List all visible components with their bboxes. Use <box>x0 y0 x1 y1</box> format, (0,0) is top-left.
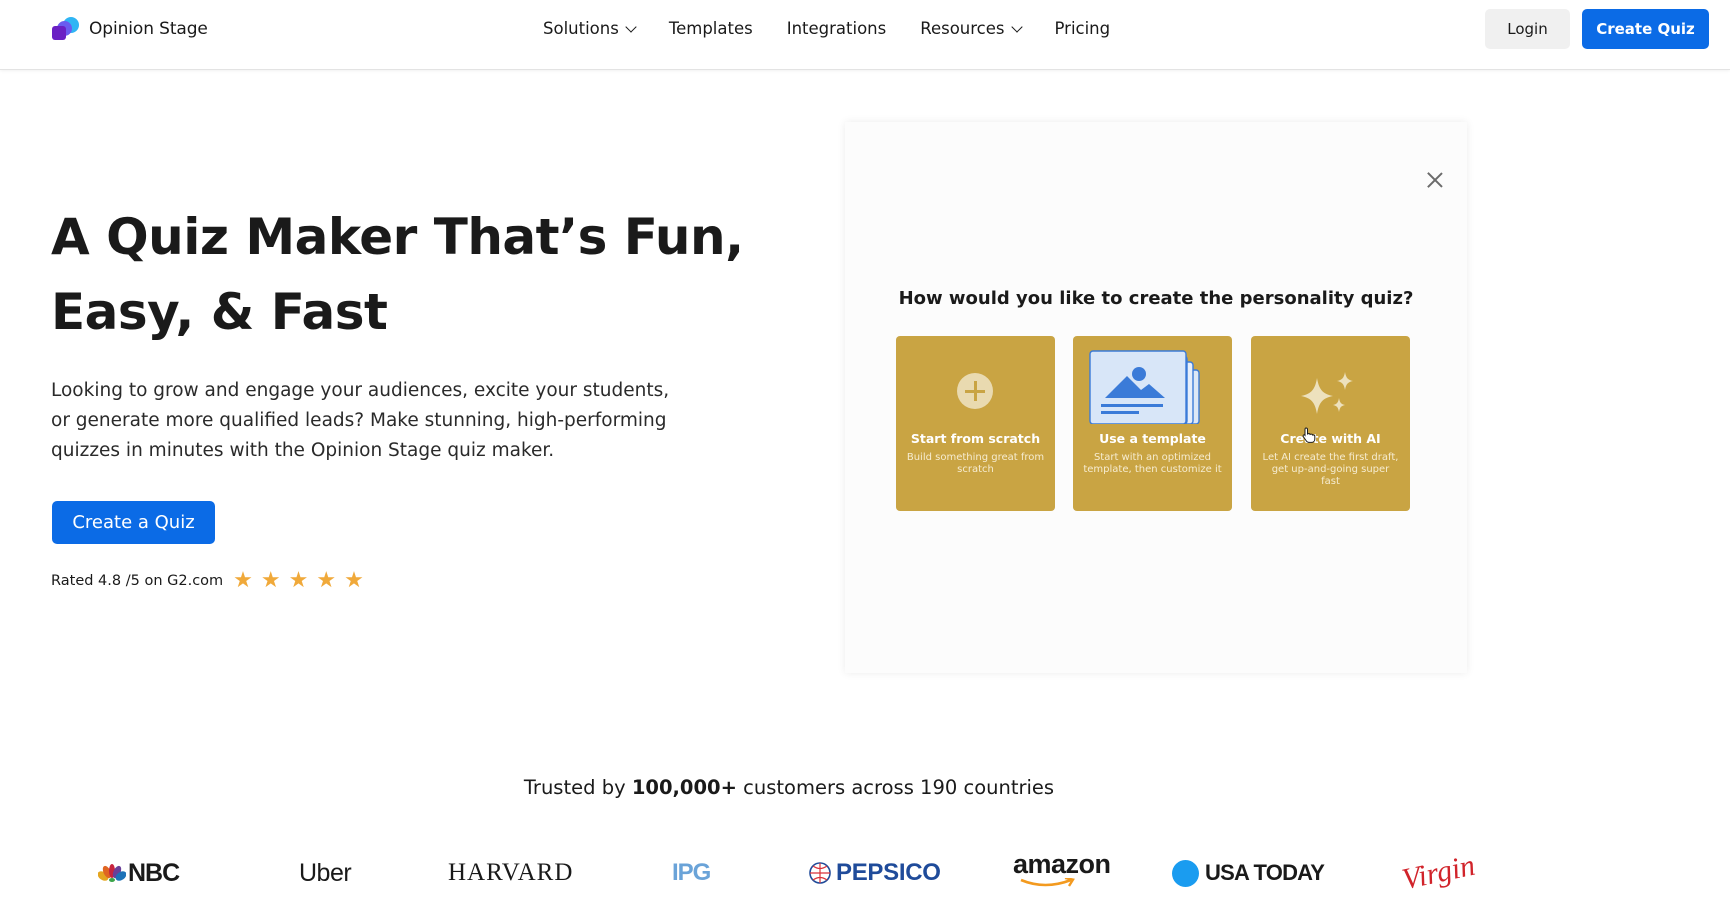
star-icon: ★ <box>344 568 364 593</box>
harvard-logo: HARVARD <box>448 859 574 886</box>
create-quiz-modal: How would you like to create the persona… <box>845 122 1467 673</box>
amazon-logo: amazon <box>1013 850 1111 896</box>
create-quiz-button[interactable]: Create Quiz <box>1582 9 1709 49</box>
usa-today-logo: USA TODAY <box>1172 850 1325 896</box>
hand-pointer-icon <box>1302 427 1316 443</box>
option-use-a-template[interactable]: Use a template Start with an optimized t… <box>1073 336 1232 511</box>
nav-item-solutions[interactable]: Solutions <box>543 19 637 38</box>
nbc-peacock-icon <box>98 864 126 882</box>
trusted-suffix: customers across 190 countries <box>736 776 1055 799</box>
trusted-by-text: Trusted by 100,000+ customers across 190… <box>0 776 1578 799</box>
main-nav: Solutions Templates Integrations Resourc… <box>543 19 1144 38</box>
option-create-with-ai[interactable]: Create with AI Let AI create the first d… <box>1251 336 1410 511</box>
option-start-from-scratch[interactable]: Start from scratch Build something great… <box>896 336 1055 511</box>
hero-title-line1: A Quiz Maker That’s Fun, <box>51 208 744 266</box>
star-icon: ★ <box>233 568 253 593</box>
opinion-stage-logo-icon <box>51 16 81 42</box>
hero-title-line2: Easy, & Fast <box>51 283 388 341</box>
virgin-logo: Virgin <box>1399 848 1478 897</box>
sparkles-icon <box>1301 372 1353 414</box>
pepsico-logo: PEPSICO <box>808 850 941 896</box>
nav-item-label: Templates <box>668 19 753 38</box>
hero-title: A Quiz Maker That’s Fun, Easy, & Fast <box>51 200 751 350</box>
nav-item-resources[interactable]: Resources <box>920 19 1023 38</box>
nav-item-templates[interactable]: Templates <box>669 19 753 38</box>
brand-label: PEPSICO <box>836 859 941 886</box>
logo[interactable]: Opinion Stage <box>51 16 208 42</box>
option-title: Start from scratch <box>910 431 1041 446</box>
create-a-quiz-button[interactable]: Create a Quiz <box>52 501 215 544</box>
modal-title: How would you like to create the persona… <box>898 288 1414 309</box>
trusted-prefix: Trusted by <box>523 776 632 799</box>
nav-item-label: Integrations <box>786 19 887 38</box>
template-image-icon <box>1089 350 1200 424</box>
customer-logos: NBC Uber HARVARD IPG PEPSICO amazon USA … <box>0 849 1730 900</box>
ipg-logo: IPG <box>672 859 711 886</box>
nav-item-label: Solutions <box>543 19 619 38</box>
pepsico-globe-icon <box>809 862 831 884</box>
rating-text: Rated 4.8 /5 on G2.com <box>51 573 224 589</box>
option-description: Start with an optimized template, then c… <box>1083 452 1222 475</box>
plus-circle-icon <box>957 373 993 409</box>
nav-item-integrations[interactable]: Integrations <box>787 19 887 38</box>
nav-item-label: Pricing <box>1054 19 1111 38</box>
uber-logo: Uber <box>299 858 352 887</box>
chevron-down-icon <box>625 20 637 33</box>
star-icon: ★ <box>260 568 281 593</box>
close-icon[interactable] <box>1426 171 1444 189</box>
brand-label: NBC <box>128 858 180 887</box>
rating: Rated 4.8 /5 on G2.com ★ ★ ★ ★ ★ <box>51 570 364 592</box>
trusted-highlight: 100,000+ <box>631 776 737 799</box>
star-icon: ★ <box>288 568 309 593</box>
logo-text: Opinion Stage <box>89 19 208 39</box>
nav-item-pricing[interactable]: Pricing <box>1055 19 1111 38</box>
star-icon: ★ <box>316 568 337 593</box>
login-button[interactable]: Login <box>1485 9 1570 49</box>
option-description: Let AI create the first draft, get up-an… <box>1262 452 1399 487</box>
hero-description: Looking to grow and engage your audience… <box>51 380 670 461</box>
amazon-smile-icon <box>1020 878 1075 887</box>
chevron-down-icon <box>1010 20 1023 33</box>
brand-label: USA TODAY <box>1205 860 1325 885</box>
option-description: Build something great from scratch <box>906 452 1045 475</box>
option-title: Use a template <box>1099 431 1206 446</box>
nav-item-label: Resources <box>920 19 1005 38</box>
brand-label: amazon <box>1013 849 1111 879</box>
site-header: Opinion Stage Solutions Templates Integr… <box>0 0 1730 70</box>
rating-stars: ★ ★ ★ ★ ★ <box>233 570 364 592</box>
usa-today-dot-icon <box>1172 859 1199 887</box>
option-title: Create with AI <box>1280 431 1381 446</box>
nbc-logo: NBC <box>98 850 180 896</box>
